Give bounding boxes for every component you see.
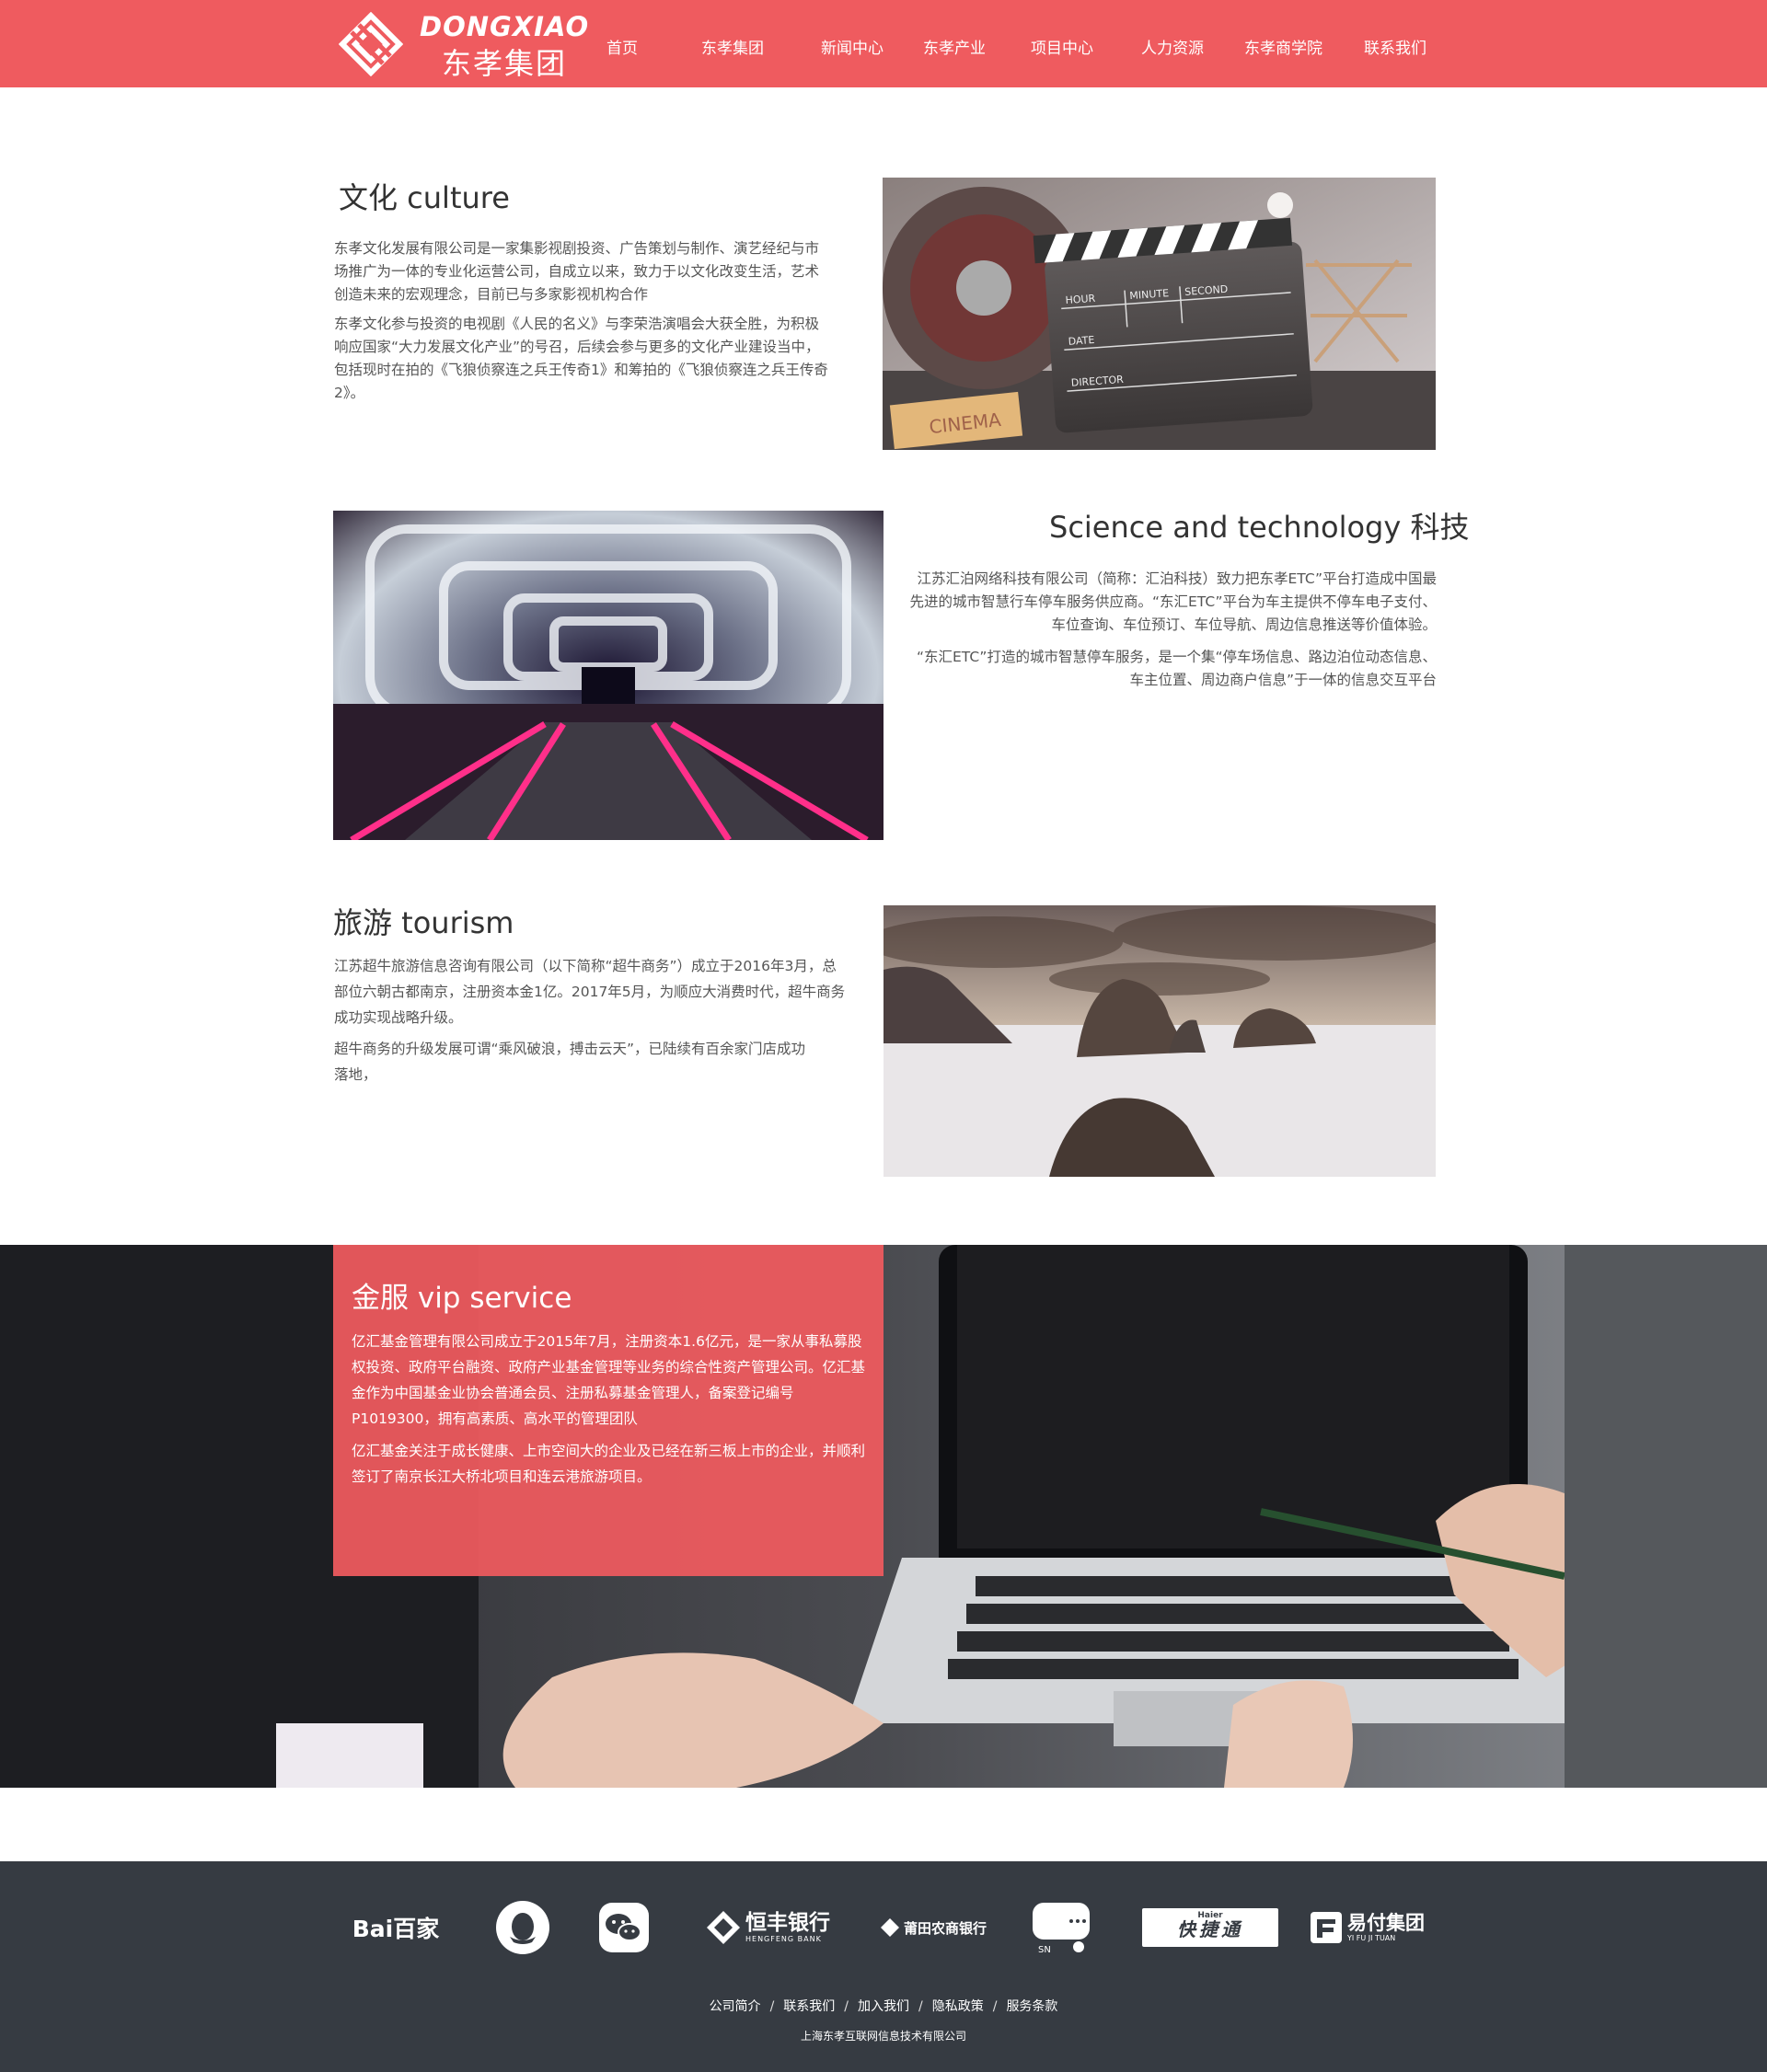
tech-title: Science and technology 科技 [1049,510,1470,545]
suning-text: SN [1038,1945,1051,1954]
copyright-text: 上海东孝互联网信息技术有限公司 [800,2030,966,2043]
hengfeng-bank-en: HENGFENG BANK [745,1934,822,1943]
footer-link-join[interactable]: 加入我们 [858,1999,909,2014]
tunnel-walkway-image [333,511,884,840]
culture-paragraph-2: 东孝文化参与投资的电视剧《人民的名义》与李荣浩演唱会大获全胜，为积极响应国家“大… [334,316,828,401]
footer-link-privacy[interactable]: 隐私政策 [932,1999,984,2014]
partner-haier-kuaijietong-logo[interactable]: Haier 快捷通 [1141,1900,1279,1955]
yifu-logo-icon [1311,1912,1342,1943]
partner-hengfeng-bank-logo[interactable]: 恒丰银行 HENGFENG BANK [703,1900,832,1955]
nav-hr[interactable]: 人力资源 [1141,35,1204,58]
partner-baidu-logo[interactable]: Bai百家 [337,1900,455,1955]
footer-link-contact[interactable]: 联系我们 [783,1999,835,2014]
partner-qq-logo[interactable] [493,1900,552,1955]
tech-paragraph-1: 江苏汇泊网络科技有限公司（简称：汇泊科技）致力把东孝ETC”平台打造成中国最先进… [909,570,1437,633]
culture-paragraph-1: 东孝文化发展有限公司是一家集影视剧投资、广告策划与制作、演艺经纪与市场推广为一体… [334,240,820,303]
baidu-logo-text: Bai百家 [352,1916,440,1942]
footer-links: 公司简介 / 联系我们 / 加入我们 / 隐私政策 / 服务条款 [709,1999,1058,2014]
footer-link-terms[interactable]: 服务条款 [1006,1999,1057,2014]
tourism-title: 旅游 tourism [333,905,514,940]
footer-link-about[interactable]: 公司简介 [710,1999,761,2014]
logo-mark-icon [339,12,403,76]
seascape-rocks-image [884,905,1436,1177]
dongxiao-logo[interactable]: DONGXIAO 东孝集团 [339,9,590,81]
nav-business-school[interactable]: 东孝商学院 [1244,35,1322,58]
partner-wechat-logo[interactable] [596,1900,652,1955]
yifu-en-text: YI FU JI TUAN [1347,1933,1396,1942]
logo-english-text: DONGXIAO [420,11,590,42]
vip-paragraph-2: 亿汇基金关注于成长健康、上市空间大的企业及已经在新三板上市的企业，并顺利签订了南… [352,1443,866,1485]
top-navbar: DONGXIAO 东孝集团 首页 东孝集团 新闻中心 东孝产业 项目中心 人力资… [0,0,1767,87]
nav-news[interactable]: 新闻中心 [821,35,884,58]
partner-putian-bank-logo[interactable]: 莆田农商银行 [872,1900,994,1955]
vip-service-card: 金服 vip service 亿汇基金管理有限公司成立于2015年7月，注册资本… [333,1245,884,1576]
qq-icon [496,1901,549,1954]
nav-group[interactable]: 东孝集团 [701,35,764,58]
nav-industry[interactable]: 东孝产业 [923,35,986,58]
partner-yifu-group-logo[interactable]: 易付集团 YI FU JI TUAN [1307,1900,1426,1955]
hengfeng-bank-cn: 恒丰银行 [745,1910,830,1935]
hengfeng-diamond-icon [707,1911,740,1944]
partner-suning-logo[interactable]: SN [1029,1900,1093,1955]
kuaijietong-text: 快捷通 [1177,1918,1243,1940]
vip-paragraph-1: 亿汇基金管理有限公司成立于2015年7月，注册资本1.6亿元，是一家从事私募股权… [352,1333,866,1427]
clapper-hour-text: HOUR [1065,293,1096,306]
vip-title: 金服 vip service [352,1282,572,1315]
site-footer: Bai百家 恒丰银行 HENGFENG BANK 莆田农商银行 SN Haier… [0,1861,1767,2072]
putian-bank-text: 莆田农商银行 [903,1919,987,1937]
nav-projects[interactable]: 项目中心 [1031,35,1093,58]
culture-title: 文化 culture [339,180,510,215]
tourism-paragraph-1: 江苏超牛旅游信息咨询有限公司（以下简称“超牛商务”）成立于2016年3月，总部位… [334,958,846,1026]
yifu-cn-text: 易付集团 [1347,1911,1425,1934]
tourism-paragraph-2: 超牛商务的升级发展可谓“乘风破浪，搏击云天”，已陆续有百余家门店成功落地， [334,1041,806,1083]
film-clapperboard-image: HOUR MINUTE SECOND DATE DIRECTOR CINEMA [883,178,1436,450]
vip-background-image [0,1245,1767,1788]
suning-bubble-icon: SN [1033,1903,1090,1954]
wechat-icon [599,1903,649,1952]
tech-paragraph-2: “东汇ETC”打造的城市智慧停车服务，是一个集“停车场信息、路边泊位动态信息、车… [916,649,1437,688]
logo-chinese-text: 东孝集团 [442,46,568,81]
nav-home[interactable]: 首页 [606,35,638,58]
nav-contact[interactable]: 联系我们 [1364,35,1426,58]
clapper-date-text: DATE [1068,334,1095,348]
putian-bank-icon [880,1918,899,1937]
